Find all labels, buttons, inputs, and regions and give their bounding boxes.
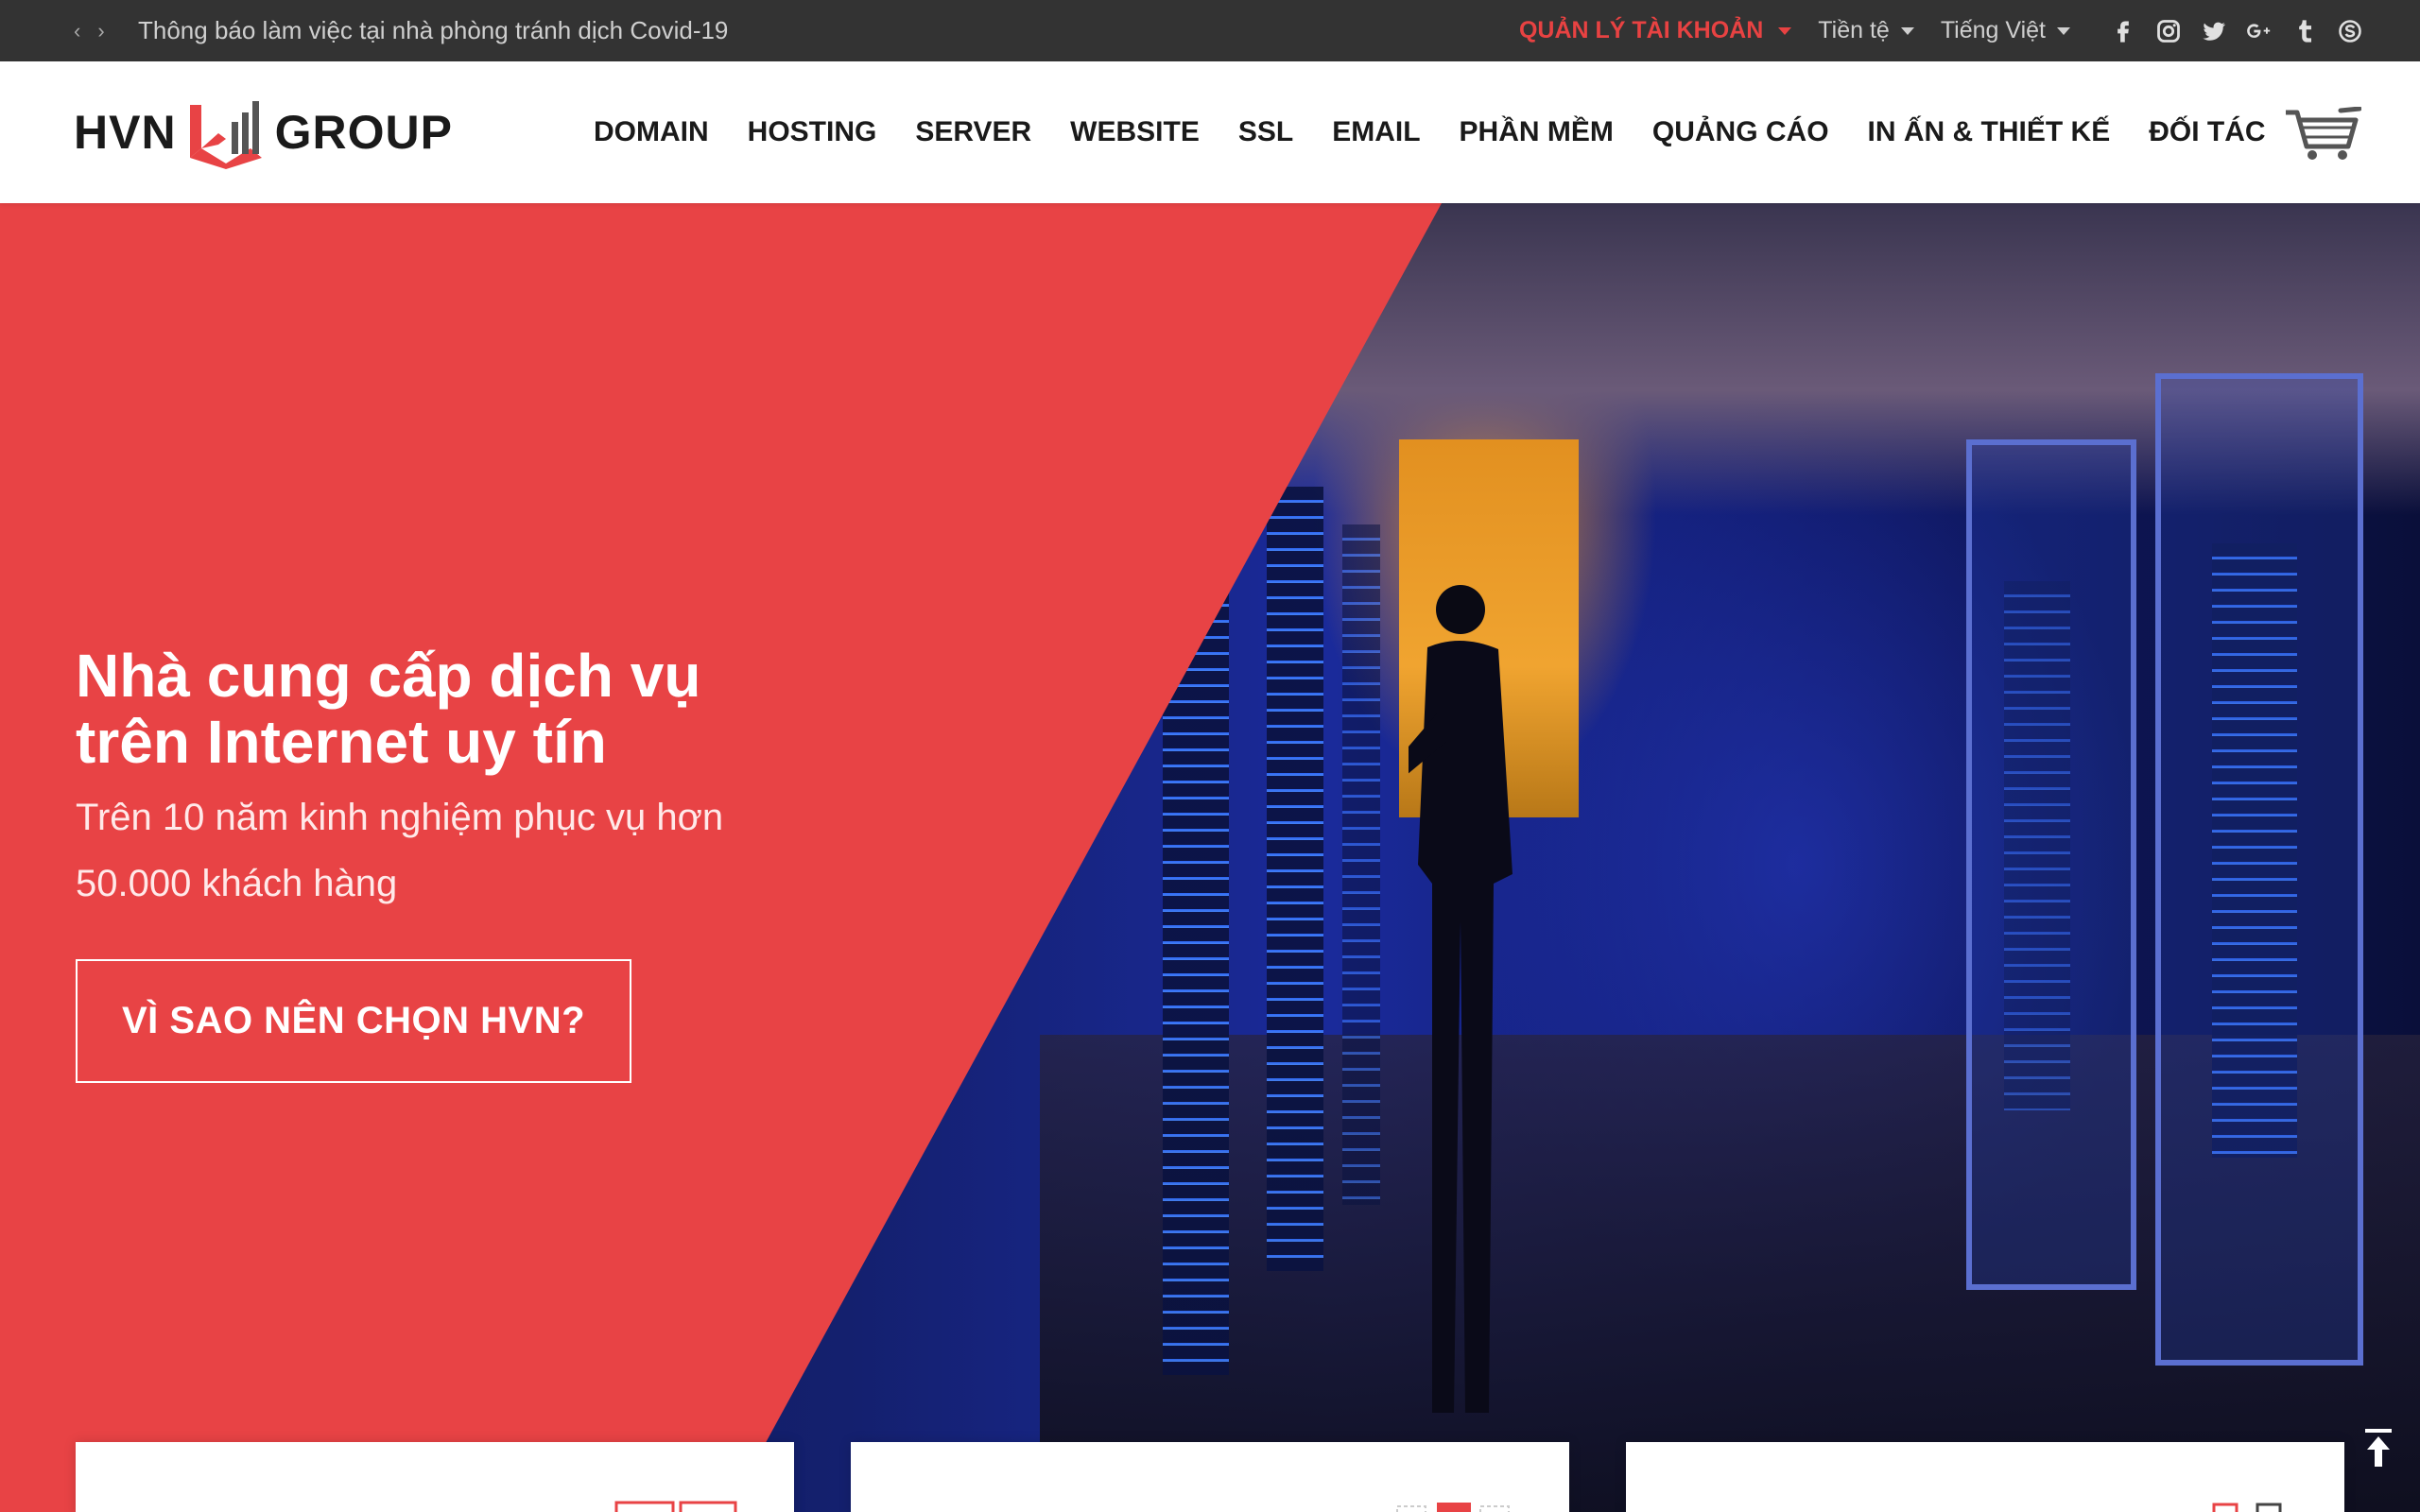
skype-icon[interactable] [2337, 18, 2363, 44]
nav-advertising[interactable]: QUẢNG CÁO [1652, 116, 1829, 148]
next-notice-icon[interactable]: › [97, 19, 104, 43]
logo-text-left: HVN [74, 106, 177, 159]
currency-dropdown[interactable]: Tiền tệ [1818, 17, 1914, 44]
facebook-icon[interactable] [2110, 18, 2136, 44]
google-plus-icon[interactable] [2246, 18, 2273, 44]
why-choose-hvn-button[interactable]: VÌ SAO NÊN CHỌN HVN? [76, 959, 631, 1083]
instagram-icon[interactable] [2155, 18, 2182, 44]
chevron-down-icon [2057, 26, 2070, 35]
account-menu[interactable]: QUẢN LÝ TÀI KHOẢN [1518, 17, 1792, 44]
chevron-down-icon [1900, 26, 1914, 35]
nav-print-design[interactable]: IN ẤN & THIẾT KẾ [1868, 116, 2111, 148]
cart-icon[interactable] [2282, 107, 2361, 162]
main-nav: DOMAIN HOSTING SERVER WEBSITE SSL EMAIL … [594, 61, 2305, 203]
nav-ssl[interactable]: SSL [1238, 116, 1293, 148]
top-bar: ‹ › Thông báo làm việc tại nhà phòng trá… [0, 0, 2420, 61]
main-header: HVN GROUP DOMAIN HOSTING SERVER WEBSITE … [0, 61, 2420, 203]
chevron-down-icon [1778, 26, 1792, 35]
prev-notice-icon[interactable]: ‹ [74, 19, 80, 43]
nav-server[interactable]: SERVER [915, 116, 1031, 148]
language-label: Tiếng Việt [1940, 17, 2046, 43]
twitter-icon[interactable] [2201, 18, 2227, 44]
nav-domain[interactable]: DOMAIN [594, 116, 709, 148]
nav-partners[interactable]: ĐỐI TÁC [2149, 116, 2265, 148]
social-links [2110, 18, 2363, 44]
card-illustration-icon [1396, 1503, 1510, 1512]
feature-card-3[interactable] [1626, 1442, 2344, 1512]
card-illustration-icon [2212, 1503, 2282, 1512]
hero-title: Nhà cung cấp dịch vụ trên Internet uy tí… [76, 642, 701, 776]
back-to-top-icon[interactable] [2360, 1427, 2397, 1469]
currency-label: Tiền tệ [1818, 17, 1890, 43]
logo-text-right: GROUP [274, 106, 453, 159]
card-illustration-icon [614, 1501, 737, 1512]
nav-software[interactable]: PHẦN MỀM [1460, 116, 1614, 148]
logo-mark-icon [189, 101, 262, 169]
nav-website[interactable]: WEBSITE [1070, 116, 1200, 148]
language-dropdown[interactable]: Tiếng Việt [1941, 17, 2070, 44]
nav-email[interactable]: EMAIL [1332, 116, 1420, 148]
account-menu-label: QUẢN LÝ TÀI KHOẢN [1518, 17, 1764, 43]
tumblr-icon[interactable] [2291, 18, 2318, 44]
feature-card-2[interactable] [851, 1442, 1569, 1512]
hero-subtitle: Trên 10 năm kinh nghiệm phục vụ hơn 50.0… [76, 797, 724, 904]
top-bar-right: QUẢN LÝ TÀI KHOẢN Tiền tệ Tiếng Việt [1519, 0, 2363, 61]
notice-arrows: ‹ › [74, 0, 105, 61]
hero-banner: Nhà cung cấp dịch vụ trên Internet uy tí… [0, 203, 2420, 1512]
person-silhouette [1409, 585, 1512, 1413]
logo[interactable]: HVN GROUP [74, 94, 453, 170]
feature-card-1[interactable] [76, 1442, 794, 1512]
nav-hosting[interactable]: HOSTING [748, 116, 877, 148]
notice-link[interactable]: Thông báo làm việc tại nhà phòng tránh d… [138, 0, 728, 61]
